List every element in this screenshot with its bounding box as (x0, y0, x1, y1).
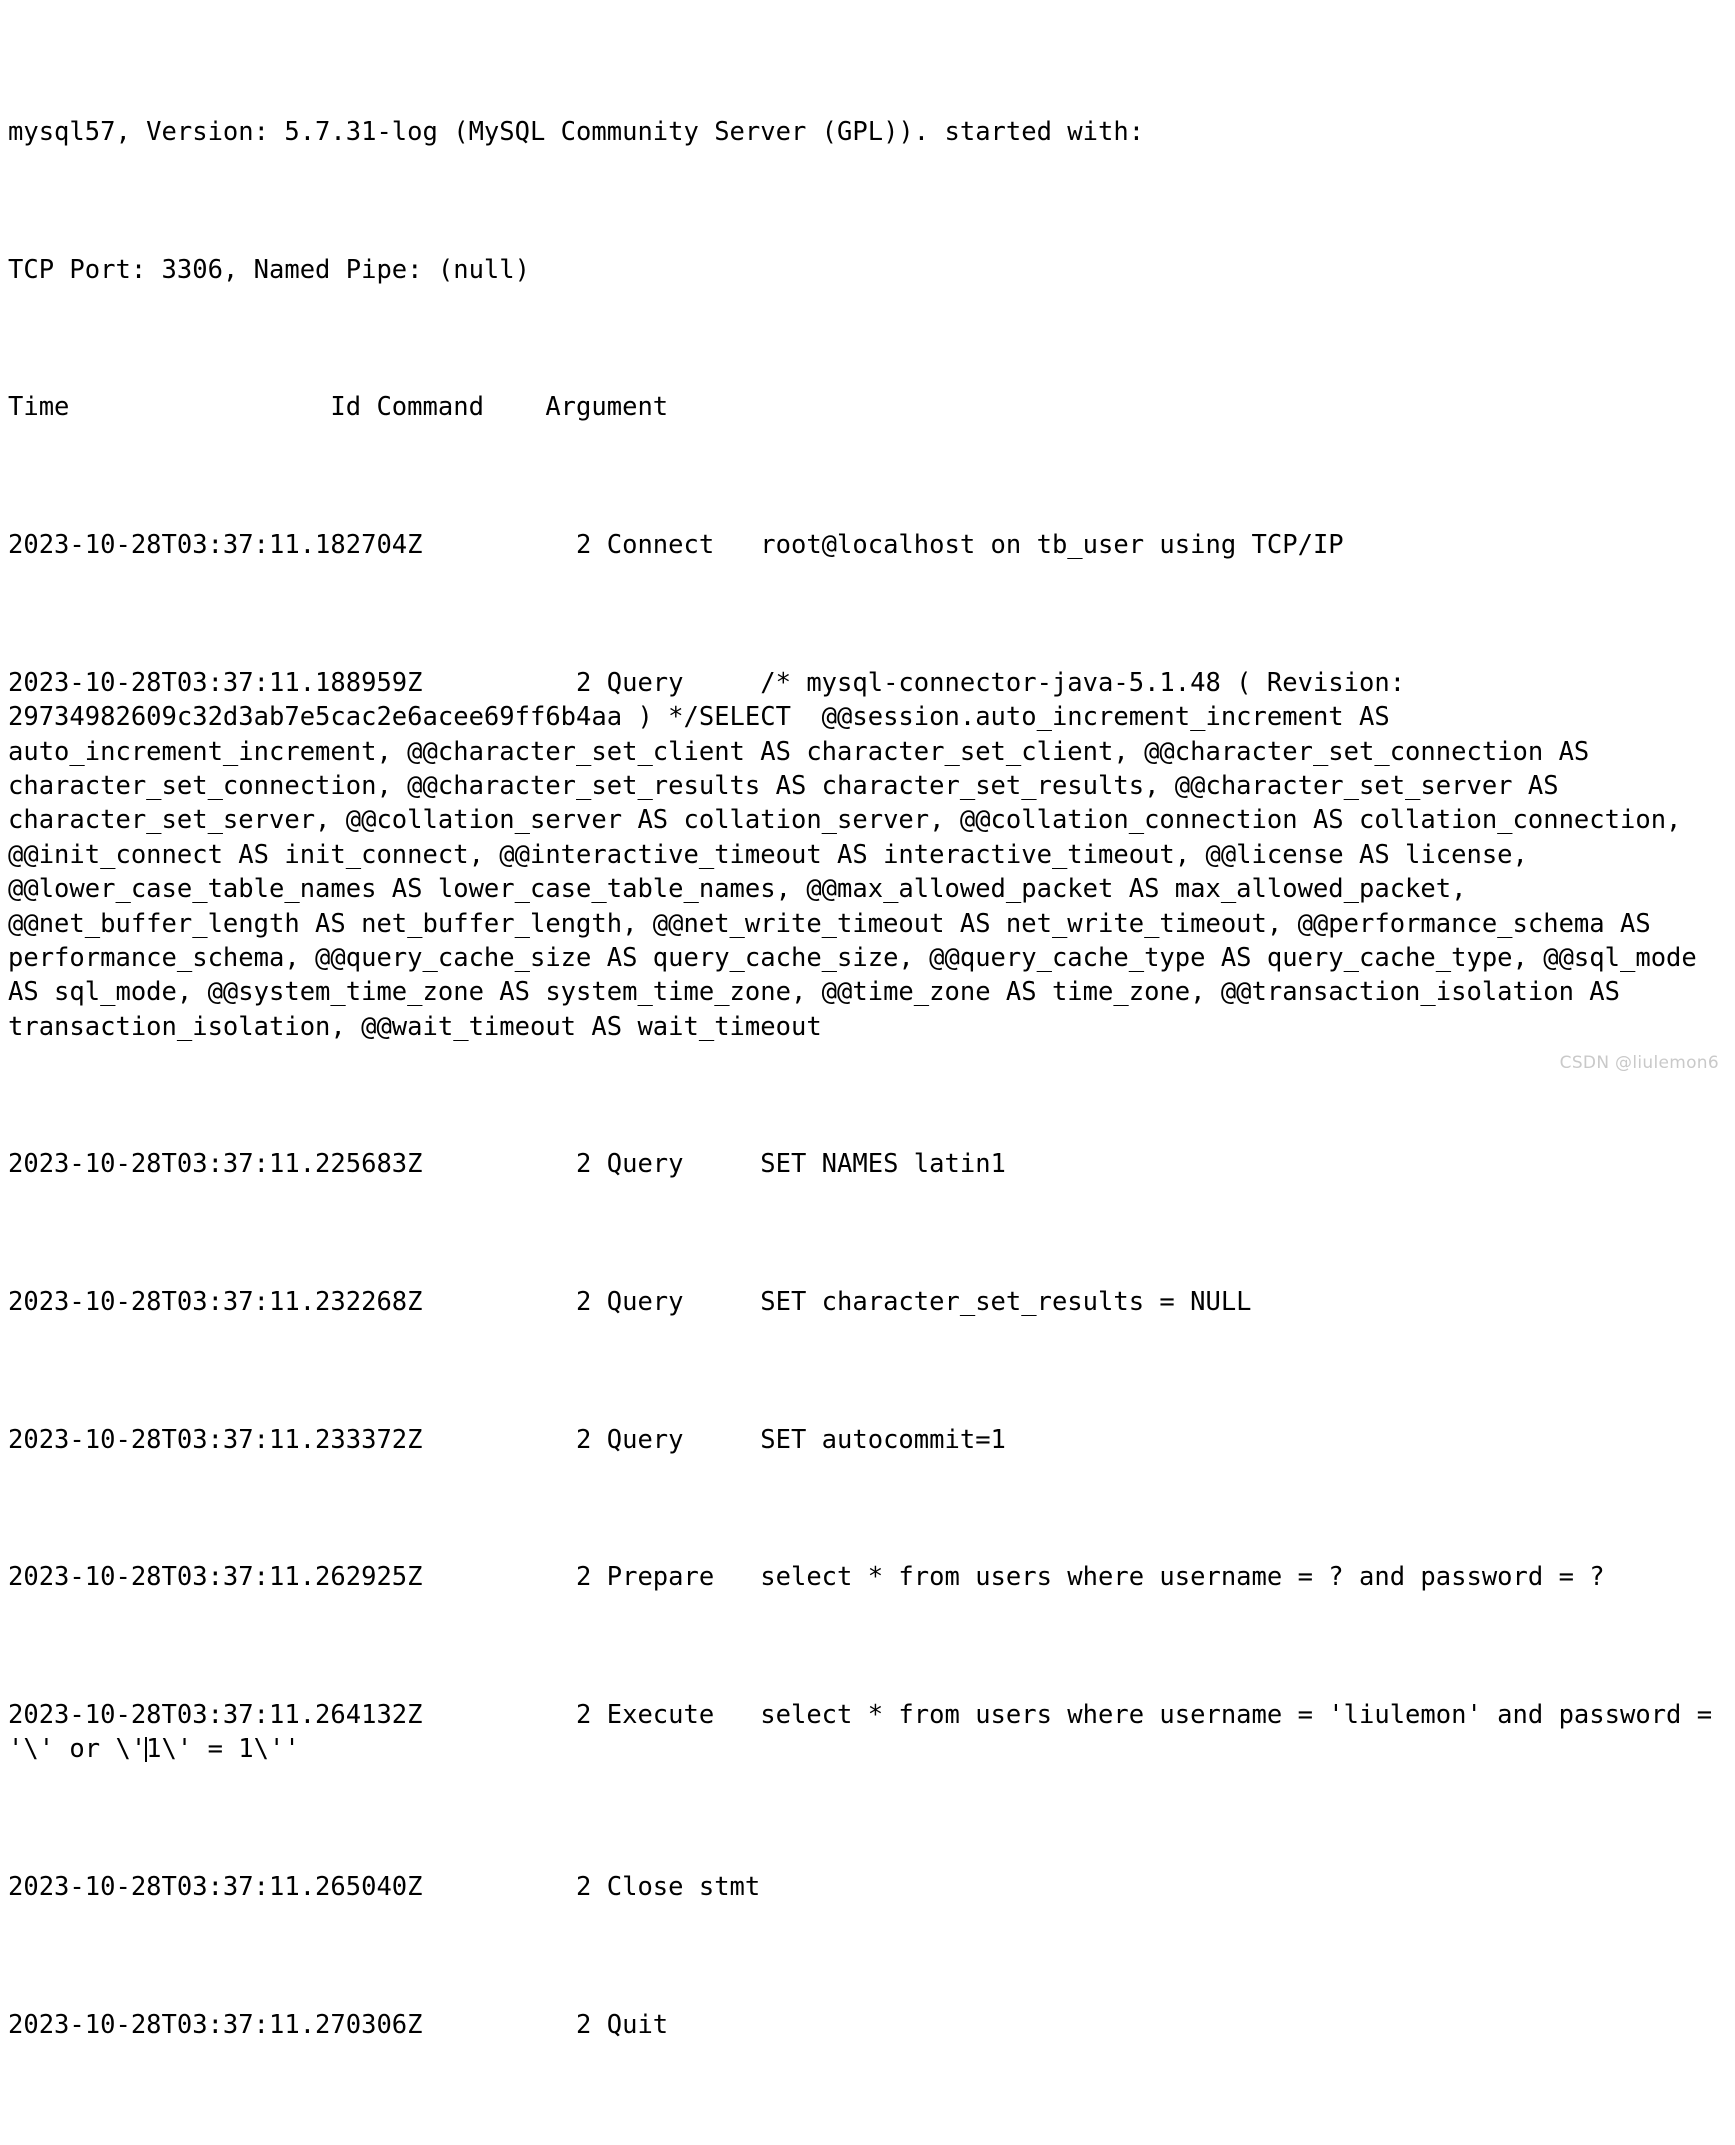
log-entry-prepare-select: 2023-10-28T03:37:11.262925Z 2 Prepare se… (8, 1562, 1605, 1593)
log-entry-query-set-charset-results: 2023-10-28T03:37:11.232268Z 2 Query SET … (8, 1287, 1252, 1318)
log-column-header-line: Time Id Command Argument (8, 392, 669, 423)
execute-line-after-caret: 1\' = 1\'' (146, 1734, 300, 1765)
log-banner-line: mysql57, Version: 5.7.31-log (MySQL Comm… (8, 117, 1145, 148)
log-entry-connect: 2023-10-28T03:37:11.182704Z 2 Connect ro… (8, 530, 1344, 561)
log-entry-quit: 2023-10-28T03:37:11.270306Z 2 Quit (8, 2009, 669, 2040)
log-entry-query-set-names: 2023-10-28T03:37:11.225683Z 2 Query SET … (8, 1149, 1006, 1180)
log-connection-info-line: TCP Port: 3306, Named Pipe: (null) (8, 254, 530, 285)
csdn-watermark: CSDN @liulemon6 (1559, 1053, 1719, 1073)
log-entry-close-stmt: 2023-10-28T03:37:11.265040Z 2 Close stmt (8, 1871, 761, 1902)
log-entry-execute-select: 2023-10-28T03:37:11.264132Z 2 Execute se… (8, 1698, 1735, 1767)
log-entry-query-set-autocommit: 2023-10-28T03:37:11.233372Z 2 Query SET … (8, 1424, 1006, 1455)
log-text-area[interactable]: mysql57, Version: 5.7.31-log (MySQL Comm… (8, 12, 1735, 2145)
log-entry-query-session-vars: 2023-10-28T03:37:11.188959Z 2 Query /* m… (8, 667, 1713, 1042)
log-viewport: mysql57, Version: 5.7.31-log (MySQL Comm… (0, 0, 1735, 2040)
